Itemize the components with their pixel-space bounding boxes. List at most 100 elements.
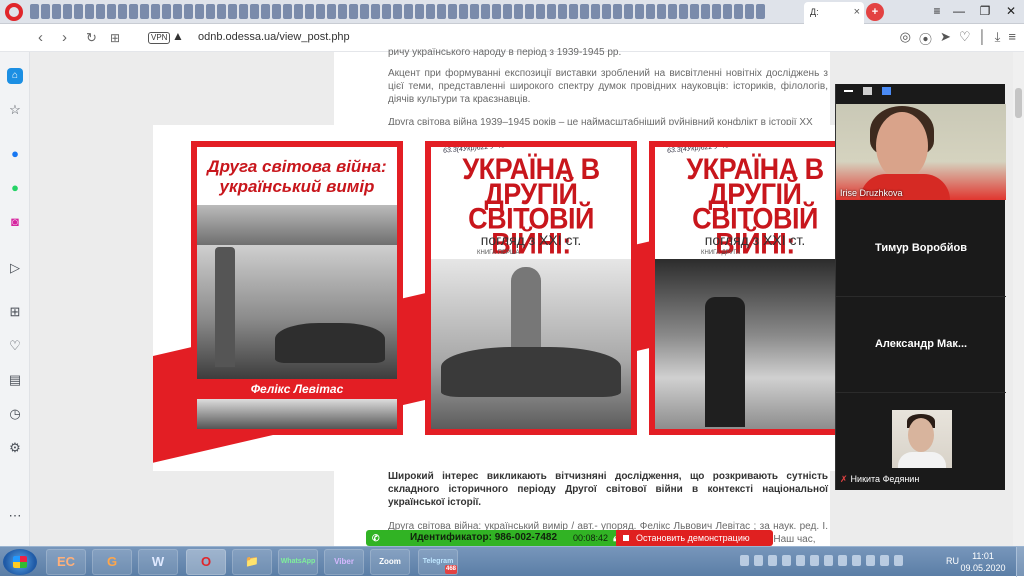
- taskbar-app-opera[interactable]: O: [186, 549, 226, 575]
- view-mode-icon[interactable]: [863, 87, 872, 95]
- bookmarks-icon[interactable]: ♡: [7, 338, 23, 354]
- maximize-icon[interactable]: ❐: [972, 0, 998, 22]
- tab-favicon-icon[interactable]: [151, 4, 160, 19]
- url-field[interactable]: odnb.odessa.ua/view_post.php: [198, 31, 350, 43]
- settings-icon[interactable]: ⚙: [7, 440, 23, 456]
- close-window-icon[interactable]: ✕: [998, 0, 1024, 22]
- tab-favicon-icon[interactable]: [283, 4, 292, 19]
- tab-favicon-icon[interactable]: [613, 4, 622, 19]
- tab-favicon-icon[interactable]: [536, 4, 545, 19]
- tab-favicon-icon[interactable]: [184, 4, 193, 19]
- tab-favicon-icon[interactable]: [63, 4, 72, 19]
- tray-icon[interactable]: [810, 555, 819, 566]
- tab-favicon-icon[interactable]: [52, 4, 61, 19]
- tray-icon[interactable]: [880, 555, 889, 566]
- tray-icon[interactable]: [866, 555, 875, 566]
- tab-favicon-icon[interactable]: [734, 4, 743, 19]
- taskbar-app-ec[interactable]: ЕС: [46, 549, 86, 575]
- meeting-info[interactable]: ✆ Идентификатор: 986-002-7482 00:08:42 🔒…: [366, 530, 618, 546]
- tray-icon[interactable]: [740, 555, 749, 566]
- workspaces-icon[interactable]: ☆: [7, 102, 23, 118]
- whatsapp-icon[interactable]: ●: [7, 180, 23, 196]
- tab-favicon-icon[interactable]: [679, 4, 688, 19]
- minimize-icon[interactable]: —: [946, 0, 972, 22]
- tab-favicon-icon[interactable]: [547, 4, 556, 19]
- tab-favicon-icon[interactable]: [756, 4, 765, 19]
- tab-favicon-icon[interactable]: [360, 4, 369, 19]
- tab-favicon-icon[interactable]: [316, 4, 325, 19]
- tab-favicon-icon[interactable]: [382, 4, 391, 19]
- tab-favicon-icon[interactable]: [162, 4, 171, 19]
- tab-favicon-icon[interactable]: [327, 4, 336, 19]
- tab-favicon-icon[interactable]: [294, 4, 303, 19]
- tab-favicon-icon[interactable]: [206, 4, 215, 19]
- extensions-icon[interactable]: ⊞: [7, 304, 23, 320]
- tab-favicon-icon[interactable]: [96, 4, 105, 19]
- tab-favicon-icon[interactable]: [305, 4, 314, 19]
- vpn-badge[interactable]: VPN: [148, 32, 171, 44]
- send-icon[interactable]: ➤: [940, 29, 951, 48]
- participant-tile[interactable]: Irise Druzhkova: [836, 104, 1006, 200]
- gallery-view-icon[interactable]: [882, 87, 891, 95]
- tab-favicon-icon[interactable]: [437, 4, 446, 19]
- minimize-panel-icon[interactable]: [844, 90, 853, 92]
- tab-favicon-icon[interactable]: [118, 4, 127, 19]
- tab-favicon-icon[interactable]: [723, 4, 732, 19]
- tab-favicon-icon[interactable]: [349, 4, 358, 19]
- more-icon[interactable]: ⋯: [7, 508, 23, 524]
- tab-favicon-icon[interactable]: [41, 4, 50, 19]
- tray-icon[interactable]: [782, 555, 791, 566]
- tab-favicon-icon[interactable]: [668, 4, 677, 19]
- tab-favicon-icon[interactable]: [657, 4, 666, 19]
- back-icon[interactable]: ‹: [38, 29, 43, 47]
- taskbar-app-word[interactable]: W: [138, 549, 178, 575]
- tray-icon[interactable]: [768, 555, 777, 566]
- reload-icon[interactable]: ↻: [86, 29, 97, 47]
- tab-favicon-icon[interactable]: [338, 4, 347, 19]
- new-tab-button[interactable]: +: [866, 3, 884, 21]
- participant-tile[interactable]: [892, 410, 952, 468]
- tab-favicon-icon[interactable]: [217, 4, 226, 19]
- opera-logo-icon[interactable]: [5, 3, 23, 21]
- news-icon[interactable]: ▤: [7, 372, 23, 388]
- menu-icon[interactable]: ≡: [1008, 29, 1016, 48]
- warning-icon[interactable]: ▲: [172, 29, 184, 43]
- tab-favicon-icon[interactable]: [602, 4, 611, 19]
- tab-favicon-icon[interactable]: [173, 4, 182, 19]
- tab-favicon-icon[interactable]: [591, 4, 600, 19]
- tab-favicon-icon[interactable]: [371, 4, 380, 19]
- tab-favicon-icon[interactable]: [129, 4, 138, 19]
- tab-favicon-icon[interactable]: [558, 4, 567, 19]
- tab-favicon-icon[interactable]: [228, 4, 237, 19]
- stop-share-button[interactable]: Остановить демонстрацию: [616, 530, 773, 546]
- tab-favicon-icon[interactable]: [646, 4, 655, 19]
- tab-favicon-icon[interactable]: [712, 4, 721, 19]
- taskbar-app-whatsapp[interactable]: WhatsApp: [278, 549, 318, 575]
- tab-favicon-icon[interactable]: [492, 4, 501, 19]
- tab-favicon-icon[interactable]: [426, 4, 435, 19]
- show-desktop-button[interactable]: [1016, 547, 1024, 577]
- tray-icon[interactable]: [894, 555, 903, 566]
- tab-favicon-icon[interactable]: [250, 4, 259, 19]
- tab-favicon-icon[interactable]: [195, 4, 204, 19]
- scrollbar-thumb[interactable]: [1015, 88, 1022, 118]
- tab-favicon-icon[interactable]: [74, 4, 83, 19]
- taskbar-app-g[interactable]: G: [92, 549, 132, 575]
- messenger-icon[interactable]: ●: [7, 146, 23, 162]
- tab-favicon-icon[interactable]: [690, 4, 699, 19]
- tab-favicon-icon[interactable]: [140, 4, 149, 19]
- tab-favicon-icon[interactable]: [745, 4, 754, 19]
- tab-menu-icon[interactable]: ≡: [928, 0, 946, 22]
- participant-name[interactable]: Александр Мак...: [836, 338, 1006, 350]
- tray-icon[interactable]: [824, 555, 833, 566]
- tab-favicon-icon[interactable]: [635, 4, 644, 19]
- tab-favicon-icon[interactable]: [481, 4, 490, 19]
- tab-favicon-icon[interactable]: [393, 4, 402, 19]
- download-icon[interactable]: ⤓: [995, 29, 1001, 48]
- tray-icon[interactable]: [796, 555, 805, 566]
- home-icon[interactable]: ⌂: [7, 68, 23, 84]
- tab-favicon-icon[interactable]: [503, 4, 512, 19]
- tab-favicon-icon[interactable]: [272, 4, 281, 19]
- tab-favicon-icon[interactable]: [580, 4, 589, 19]
- tab-favicon-icon[interactable]: [624, 4, 633, 19]
